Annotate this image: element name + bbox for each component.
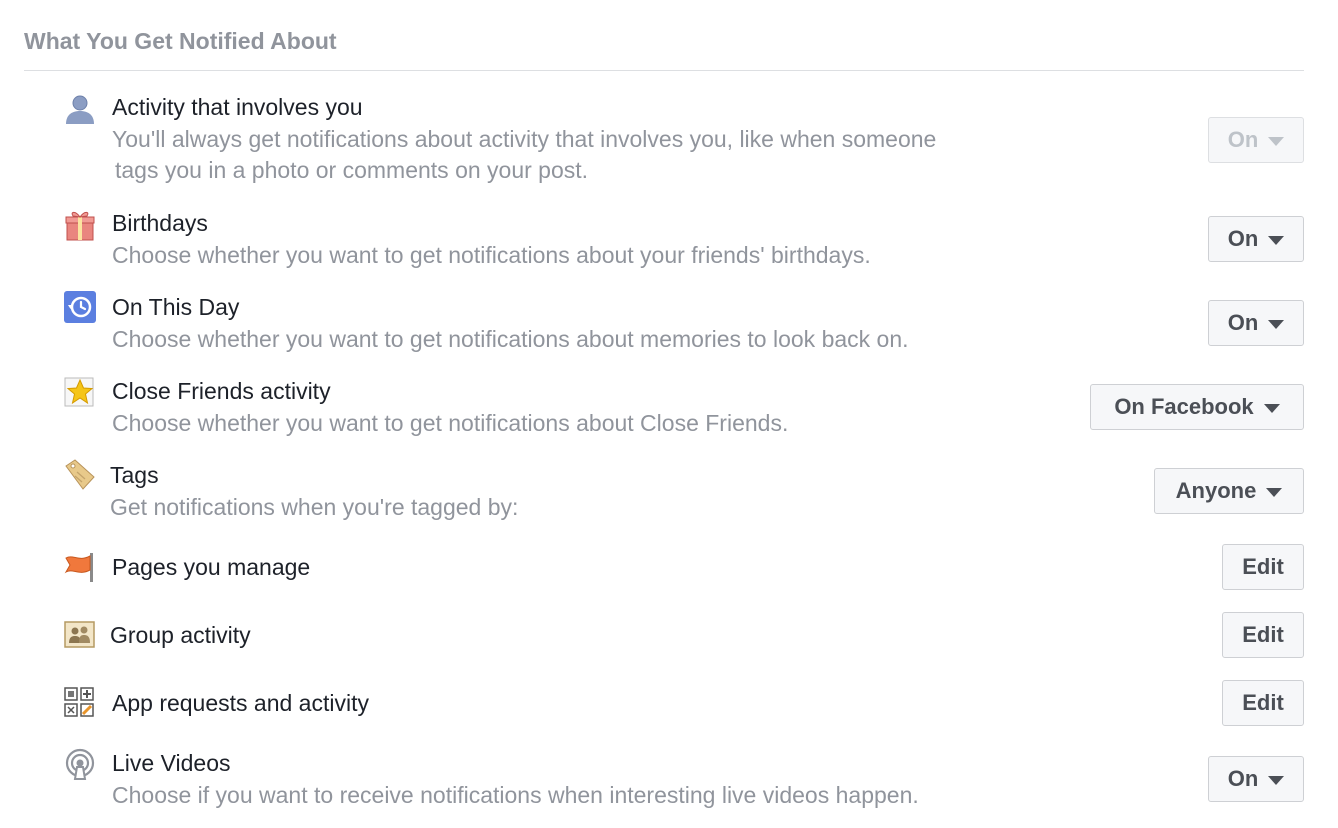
caret-down-icon [1268, 775, 1285, 785]
gift-icon [63, 208, 97, 242]
setting-title: Tags [110, 462, 159, 488]
clock-rewind-icon [63, 290, 97, 324]
setting-title: Pages you manage [112, 554, 311, 580]
setting-title: On This Day [112, 294, 240, 320]
tags-dropdown[interactable]: Anyone [1154, 468, 1304, 514]
setting-description: You'll always get notifications about ac… [112, 126, 937, 183]
setting-description: Get notifications when you're tagged by: [110, 494, 519, 520]
live-broadcast-icon [63, 748, 97, 782]
setting-title: Birthdays [112, 210, 208, 236]
group-icon [63, 618, 97, 652]
caret-down-icon [1268, 319, 1285, 329]
setting-description: Choose whether you want to get notificat… [112, 242, 871, 268]
groups-edit-button[interactable]: Edit [1222, 612, 1304, 658]
section-title: What You Get Notified About [24, 28, 337, 54]
caret-down-icon [1266, 487, 1283, 497]
pages-edit-button[interactable]: Edit [1222, 544, 1304, 590]
apps-edit-button[interactable]: Edit [1222, 680, 1304, 726]
setting-title: Close Friends activity [112, 378, 331, 404]
setting-description: Choose whether you want to get notificat… [112, 410, 789, 436]
tag-icon [63, 458, 97, 492]
caret-down-icon [1263, 403, 1280, 413]
divider [24, 70, 1304, 71]
setting-title: Activity that involves you [112, 94, 363, 120]
live-videos-dropdown[interactable]: On [1208, 756, 1304, 802]
setting-description: Choose if you want to receive notificati… [112, 782, 919, 808]
setting-title: App requests and activity [112, 690, 369, 716]
activity-dropdown: On [1208, 117, 1304, 163]
birthdays-dropdown[interactable]: On [1208, 216, 1304, 262]
star-icon [63, 374, 97, 408]
apps-icon [63, 686, 97, 720]
close-friends-dropdown[interactable]: On Facebook [1090, 384, 1304, 430]
setting-title: Live Videos [112, 750, 231, 776]
caret-down-icon [1268, 136, 1285, 146]
flag-icon [63, 550, 97, 584]
person-icon [63, 92, 97, 126]
caret-down-icon [1268, 235, 1285, 245]
setting-description: Choose whether you want to get notificat… [112, 326, 909, 352]
on-this-day-dropdown[interactable]: On [1208, 300, 1304, 346]
setting-title: Group activity [110, 622, 251, 648]
